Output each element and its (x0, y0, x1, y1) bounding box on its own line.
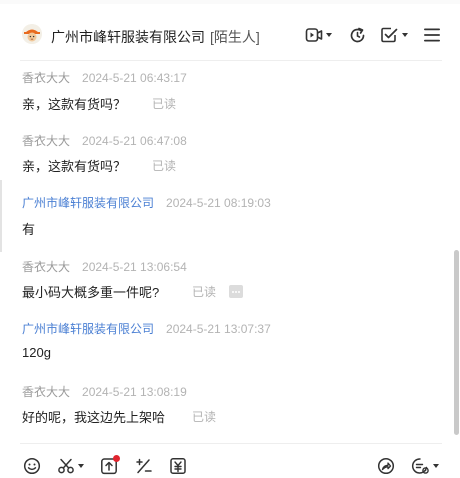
shop-name[interactable]: 广州市峰轩服装有限公司 (51, 27, 205, 47)
chat-window: 广州市峰轩服装有限公司 [陌生人] 香衣大大 2024-5-21 06:43:1… (0, 0, 460, 478)
message-sender[interactable]: 广州市峰轩服装有限公司 (22, 322, 154, 336)
avatar[interactable] (22, 24, 42, 44)
message-meta: 广州市峰轩服装有限公司 2024-5-21 08:19:03 (22, 194, 271, 211)
more-options-button[interactable] (229, 285, 243, 298)
message-text[interactable]: 亲，这款有货吗？ (22, 94, 126, 113)
message-meta: 香衣大大 2024-5-21 06:47:08 (22, 132, 187, 149)
scrollbar-thumb[interactable] (454, 250, 459, 435)
task-check-button[interactable] (380, 24, 408, 46)
coupon-button[interactable] (169, 456, 187, 476)
message-time: 2024-5-21 08:19:03 (166, 196, 271, 210)
history-button[interactable] (348, 24, 367, 46)
message-meta: 香衣大大 2024-5-21 13:06:54 (22, 258, 187, 275)
settings-menu-icon (411, 458, 429, 474)
quick-phrase-button[interactable] (135, 456, 153, 476)
message-text[interactable]: 好的呢，我这边先上架哈 (22, 407, 165, 426)
message-sender: 香衣大大 (22, 134, 71, 148)
message-time: 2024-5-21 06:47:08 (82, 134, 187, 148)
message-time: 2024-5-21 13:07:37 (166, 322, 271, 336)
stranger-tag: [陌生人] (210, 29, 260, 45)
message-time: 2024-5-21 13:08:19 (82, 385, 187, 399)
read-status: 已读 (192, 410, 217, 424)
footer-divider (20, 443, 442, 444)
message-sender[interactable]: 广州市峰轩服装有限公司 (22, 196, 154, 210)
message-sender: 香衣大大 (22, 260, 71, 274)
message-meta: 香衣大大 2024-5-21 13:08:19 (22, 383, 187, 400)
chevron-down-icon (433, 464, 439, 468)
message-list: 香衣大大 2024-5-21 06:43:17 亲，这款有货吗？ 已读 香衣大大 2… (0, 62, 452, 442)
message-meta: 香衣大大 2024-5-21 06:43:17 (22, 69, 187, 86)
menu-icon (424, 28, 440, 42)
message-text[interactable]: 亲，这款有货吗？ (22, 156, 126, 175)
menu-button[interactable] (423, 24, 441, 46)
header-divider (20, 60, 442, 61)
message-time: 2024-5-21 06:43:17 (82, 71, 187, 85)
read-status: 已读 (152, 159, 177, 173)
message-sender: 香衣大大 (22, 71, 71, 85)
quick-reply-icon (136, 458, 152, 474)
chevron-down-icon (326, 33, 332, 37)
scissors-icon (58, 458, 74, 474)
notification-dot (113, 455, 120, 462)
top-strip (0, 0, 460, 4)
video-call-button[interactable] (305, 24, 332, 46)
video-call-icon (305, 28, 323, 42)
chevron-down-icon (78, 464, 84, 468)
history-icon (350, 27, 365, 42)
message-text[interactable]: 120g (22, 345, 51, 360)
coupon-icon (170, 458, 186, 474)
chat-header: 广州市峰轩服装有限公司 [陌生人] (0, 16, 460, 60)
emoji-button[interactable] (23, 456, 41, 476)
chat-settings-button[interactable] (411, 456, 439, 476)
read-status: 已读 (192, 285, 217, 299)
emoji-icon (23, 457, 41, 475)
avatar-face-icon (22, 24, 42, 44)
screenshot-button[interactable] (57, 456, 84, 476)
share-icon (377, 457, 395, 475)
message-text[interactable]: 最小码大概多重一件呢? (22, 282, 159, 301)
message-time: 2024-5-21 13:06:54 (82, 260, 187, 274)
message-sender: 香衣大大 (22, 385, 71, 399)
read-status: 已读 (152, 97, 177, 111)
share-button[interactable] (377, 456, 395, 476)
chevron-down-icon (402, 33, 408, 37)
task-check-icon (381, 27, 398, 43)
message-meta: 广州市峰轩服装有限公司 2024-5-21 13:07:37 (22, 320, 271, 337)
message-text[interactable]: 有 (22, 219, 35, 238)
